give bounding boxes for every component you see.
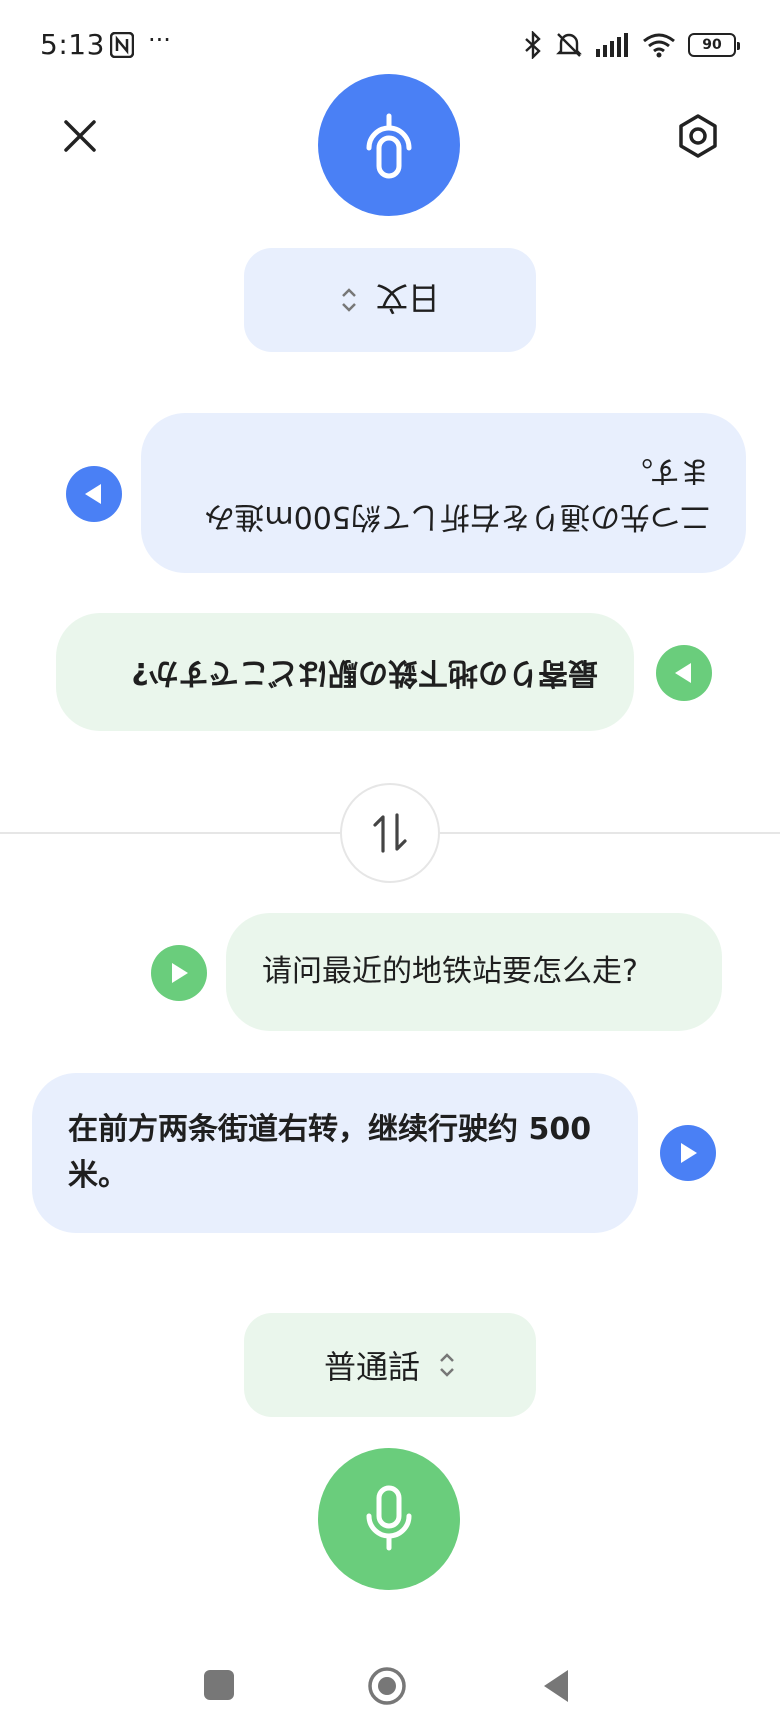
play-button-japanese-response[interactable] xyxy=(66,466,122,522)
back-button[interactable] xyxy=(540,1666,572,1706)
japanese-response-bubble: 二つ先の通りを右折して約500m進みます。 xyxy=(141,413,746,573)
play-icon xyxy=(675,663,691,683)
language-label-bottom: 普通話 xyxy=(323,1348,420,1386)
wifi-icon xyxy=(643,33,675,58)
microphone-icon xyxy=(366,113,412,179)
mic-button-bottom[interactable] xyxy=(318,1448,460,1590)
chinese-response-bubble: 在前方两条街道右转，继续行驶约 500 米。 xyxy=(32,1073,638,1233)
more-notifications-icon: ··· xyxy=(148,26,171,54)
language-selector-bottom[interactable]: 普通話 xyxy=(244,1313,536,1417)
play-button-japanese-question[interactable] xyxy=(656,645,712,701)
chinese-question-text: 请问最近的地铁站要怎么走? xyxy=(262,953,638,989)
chinese-question-bubble: 请问最近的地铁站要怎么走? xyxy=(226,913,722,1031)
close-icon[interactable] xyxy=(56,112,104,160)
status-icons: 90 xyxy=(524,30,740,60)
chevron-updown-icon xyxy=(340,286,358,314)
chevron-updown-icon xyxy=(438,1351,456,1379)
recents-button[interactable] xyxy=(204,1670,234,1700)
swap-button[interactable] xyxy=(340,783,440,883)
play-icon xyxy=(172,963,188,983)
japanese-question-text: 最寄りの地下鉄の駅はどこですか? xyxy=(131,655,598,691)
settings-icon[interactable] xyxy=(674,112,722,160)
nfc-icon xyxy=(110,32,134,58)
battery-icon: 90 xyxy=(688,33,740,57)
status-time: 5:13 xyxy=(40,28,105,61)
language-label-top: 日文 xyxy=(376,279,441,317)
japanese-question-bubble: 最寄りの地下鉄の駅はどこですか? xyxy=(56,613,634,731)
play-button-chinese-question[interactable] xyxy=(151,945,207,1001)
mute-icon xyxy=(556,33,582,57)
chinese-response-text: 在前方两条街道右转，继续行驶约 500 米。 xyxy=(68,1111,592,1194)
language-selector-top[interactable]: 日文 xyxy=(244,248,536,352)
microphone-icon xyxy=(366,1485,412,1551)
play-button-chinese-response[interactable] xyxy=(660,1125,716,1181)
japanese-response-text: 二つ先の通りを右折して約500m進みます。 xyxy=(204,453,710,535)
bluetooth-icon xyxy=(525,31,541,59)
play-icon xyxy=(85,484,101,504)
home-button[interactable] xyxy=(367,1666,407,1706)
swap-vertical-icon xyxy=(373,813,407,853)
play-icon xyxy=(681,1143,697,1163)
signal-icon xyxy=(596,33,628,57)
mic-button-top[interactable] xyxy=(318,74,460,216)
